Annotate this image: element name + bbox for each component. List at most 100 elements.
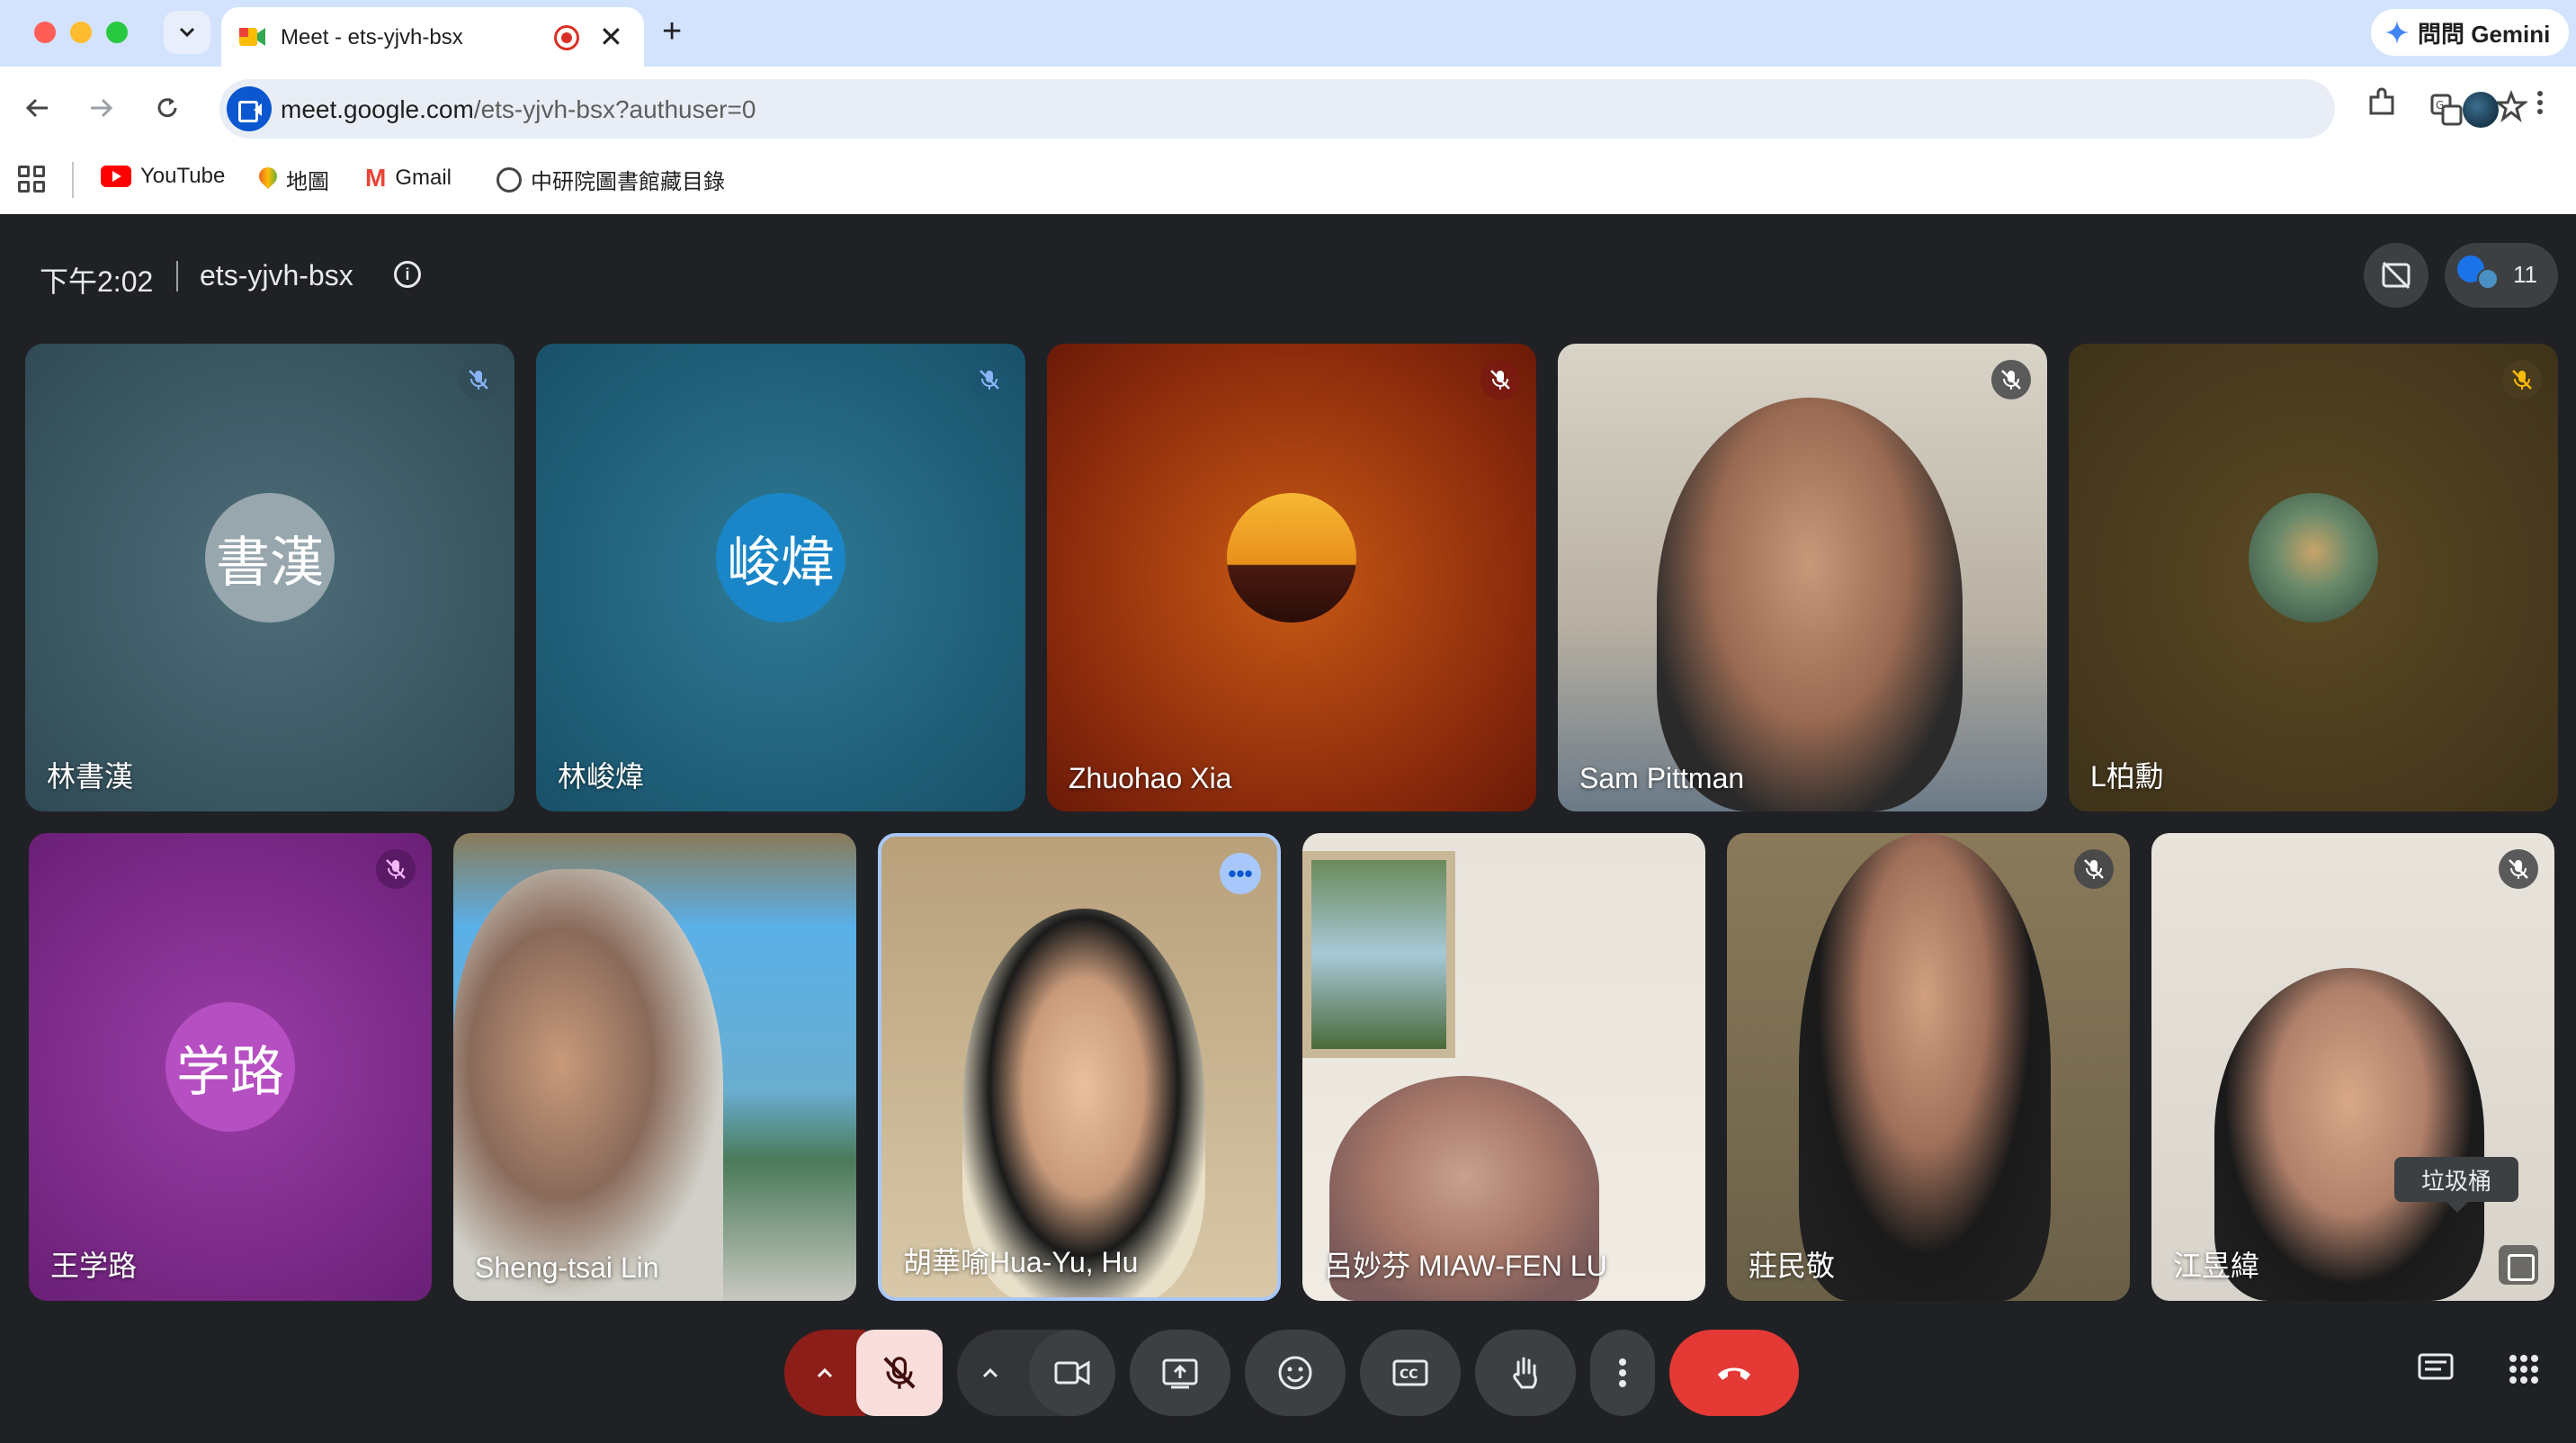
participant-video-tile[interactable]: 呂妙芬 MIAW-FEN LU	[1302, 833, 1705, 1301]
participant-tile[interactable]: 峻煒 林峻煒	[536, 344, 1025, 811]
hide-tiles-button[interactable]	[2364, 243, 2428, 308]
avatar: 書漢	[205, 493, 335, 623]
meeting-time: 下午2:02	[40, 265, 154, 298]
participant-video-tile-active[interactable]: 胡華喻Hua-Yu, Hu •••	[878, 833, 1281, 1301]
meet-call-area: 下午2:02 ets-yjvh-bsx i 11 書漢 林書漢 峻煒 林峻煒 Z…	[0, 214, 2576, 1443]
participant-video-tile[interactable]: 江昱緯	[2151, 833, 2554, 1301]
mic-off-icon	[2512, 370, 2532, 390]
svg-text:CC: CC	[1400, 1367, 1418, 1382]
audio-options-button[interactable]	[784, 1330, 865, 1416]
video-feed	[1302, 851, 1455, 1058]
participant-name: 江昱緯	[2173, 1250, 2260, 1282]
participant-tile[interactable]: 書漢 林書漢	[25, 344, 514, 811]
gmail-icon: M	[365, 164, 387, 192]
forward-button[interactable]	[79, 86, 122, 130]
meeting-code: ets-yjvh-bsx	[200, 259, 353, 291]
bookmark-youtube[interactable]: YouTube	[101, 164, 225, 189]
captions-button[interactable]: CC	[1360, 1330, 1461, 1416]
address-bar[interactable]: meet.google.com/ets-yjvh-bsx?authuser=0 …	[219, 79, 2527, 139]
people-button[interactable]: 11	[2445, 243, 2558, 308]
bookmarks-bar: YouTube 地圖 M Gmail 中研院圖書館藏目錄	[0, 149, 2576, 214]
end-call-icon	[1718, 1367, 1750, 1380]
participant-name: 林峻煒	[558, 760, 645, 793]
raise-hand-icon	[1513, 1357, 1537, 1389]
recording-indicator-icon	[554, 25, 579, 50]
participant-name: 胡華喻Hua-Yu, Hu	[903, 1246, 1139, 1278]
raise-hand-button[interactable]	[1475, 1330, 1576, 1416]
divider	[176, 261, 178, 291]
participant-name: 莊民敬	[1749, 1250, 1836, 1282]
participant-name: Zhuohao Xia	[1069, 762, 1232, 794]
present-screen-icon	[1162, 1358, 1198, 1389]
activities-grid-icon[interactable]	[2504, 1349, 2544, 1389]
mic-toggle-button[interactable]	[856, 1330, 943, 1416]
avatar: 学路	[165, 1002, 295, 1132]
participant-tile[interactable]: Zhuohao Xia	[1047, 344, 1536, 811]
more-options-button[interactable]: •••	[1220, 853, 1261, 894]
chevron-down-icon	[179, 27, 195, 38]
window-zoom-button[interactable]	[106, 22, 128, 43]
video-off-icon	[2382, 261, 2411, 290]
participant-name: 林書漢	[47, 760, 134, 793]
video-options-button[interactable]	[957, 1330, 1115, 1416]
present-screen-button[interactable]	[1130, 1330, 1230, 1416]
youtube-icon	[101, 166, 131, 187]
participant-name: Sam Pittman	[1579, 762, 1745, 794]
apps-grid-icon[interactable]	[18, 166, 45, 193]
bookmark-maps[interactable]: 地圖	[259, 164, 329, 195]
bookmark-label: YouTube	[140, 164, 226, 188]
close-icon[interactable]: ✕	[599, 20, 623, 54]
participant-video-tile[interactable]: 莊民敬	[1727, 833, 2130, 1301]
tab-meet[interactable]: Meet - ets-yjvh-bsx ✕	[221, 7, 644, 67]
tab-search-button[interactable]	[164, 11, 210, 54]
camera-toggle-button[interactable]	[1029, 1330, 1115, 1416]
mic-off-icon	[883, 1357, 916, 1389]
participant-tile[interactable]: L柏勳	[2069, 344, 2558, 811]
bookmark-gmail[interactable]: M Gmail	[365, 164, 452, 193]
gemini-button[interactable]: 問問 Gemini	[2371, 9, 2569, 56]
reactions-button[interactable]	[1245, 1330, 1346, 1416]
mic-off-icon	[2509, 859, 2528, 879]
more-vert-icon[interactable]	[2535, 86, 2545, 119]
avatar	[2477, 268, 2499, 290]
chat-icon[interactable]	[2416, 1349, 2455, 1389]
extensions-icon[interactable]	[2366, 86, 2398, 119]
profile-avatar[interactable]	[2463, 92, 2499, 128]
participant-video-tile[interactable]: Sheng-tsai Lin	[453, 833, 856, 1301]
divider	[72, 162, 74, 198]
bookmark-star-icon[interactable]	[2495, 90, 2527, 122]
video-camera-icon	[1054, 1360, 1090, 1385]
window-minimize-button[interactable]	[70, 22, 92, 43]
mic-off-indicator	[970, 360, 1009, 399]
plus-icon[interactable]: +	[662, 13, 682, 51]
participant-tile[interactable]: 学路 王学路	[29, 833, 432, 1301]
browser-toolbar: meet.google.com/ets-yjvh-bsx?authuser=0 …	[0, 67, 2576, 149]
more-vert-icon	[1619, 1358, 1626, 1387]
back-button[interactable]	[16, 86, 59, 130]
translate-icon[interactable]: G	[2430, 94, 2463, 126]
pin-tile-icon[interactable]	[2499, 1245, 2538, 1285]
participant-video-tile[interactable]: Sam Pittman	[1558, 344, 2047, 811]
avatar-initials: 書漢	[216, 532, 324, 593]
bookmark-label: Gmail	[395, 166, 452, 190]
mic-off-indicator	[2074, 849, 2114, 889]
bookmark-sinica-library[interactable]: 中研院圖書館藏目錄	[496, 164, 725, 195]
arrow-left-icon	[25, 98, 48, 118]
closed-captions-icon: CC	[1392, 1359, 1428, 1386]
video-feed	[453, 869, 723, 1301]
mic-off-indicator	[459, 360, 498, 399]
site-info-icon[interactable]	[227, 86, 272, 131]
globe-icon	[496, 166, 522, 193]
info-icon[interactable]: i	[394, 261, 421, 288]
reload-button[interactable]	[146, 86, 189, 130]
avatar-initials: 学路	[176, 1041, 284, 1102]
video-feed	[1799, 833, 2051, 1301]
mic-off-icon	[979, 370, 999, 390]
tooltip: 垃圾桶	[2394, 1157, 2518, 1213]
avatar: 峻煒	[716, 493, 845, 623]
tab-title: Meet - ets-yjvh-bsx	[281, 25, 463, 49]
reload-icon	[157, 98, 177, 118]
more-options-button[interactable]	[1590, 1330, 1655, 1416]
window-close-button[interactable]	[34, 22, 56, 43]
leave-call-button[interactable]	[1669, 1330, 1799, 1416]
